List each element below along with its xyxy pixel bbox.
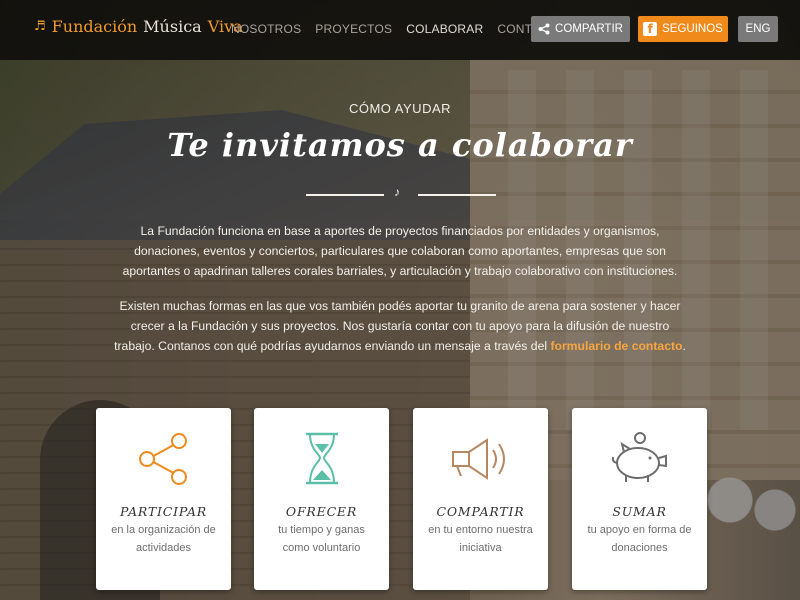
music-note-icon: ♪ bbox=[394, 185, 400, 199]
card-description: en tu entorno nuestra iniciativa bbox=[428, 524, 533, 554]
card-participar[interactable]: PARTICIPAR en la organización de activid… bbox=[96, 408, 231, 590]
nav-nosotros[interactable]: NOSOTROS bbox=[231, 22, 301, 36]
nav-colaborar[interactable]: COLABORAR bbox=[406, 22, 483, 36]
top-navbar: ♬ Fundación Música Viva NOSOTROS PROYECT… bbox=[0, 0, 800, 60]
share-icon bbox=[538, 23, 550, 35]
card-description: tu apoyo en forma de donaciones bbox=[587, 524, 692, 554]
logo-word-2: Música bbox=[143, 17, 202, 36]
card-sumar[interactable]: SUMAR tu apoyo en forma de donaciones bbox=[572, 408, 707, 590]
main-nav: NOSOTROS PROYECTOS COLABORAR CONTACTO bbox=[231, 22, 565, 36]
follow-label: SEGUINOS bbox=[662, 23, 723, 35]
piggy-bank-icon bbox=[611, 432, 667, 482]
card-title: OFRECER bbox=[285, 504, 358, 519]
section-eyebrow: CÓMO AYUDAR bbox=[348, 101, 452, 116]
card-title: SUMAR bbox=[612, 504, 667, 519]
share-nodes-icon bbox=[138, 433, 187, 485]
card-title: PARTICIPAR bbox=[120, 504, 207, 519]
logo-word-1: Fundación bbox=[51, 17, 138, 36]
contact-form-link[interactable]: formulario de contacto bbox=[550, 339, 682, 353]
intro-paragraph: La Fundación funciona en base a aportes … bbox=[122, 224, 678, 278]
title-divider: ♪ bbox=[306, 185, 496, 202]
card-ofrecer[interactable]: OFRECER tu tiempo y ganas como voluntari… bbox=[254, 408, 389, 590]
language-button[interactable]: ENG bbox=[738, 16, 778, 42]
help-paragraph-end: . bbox=[682, 339, 686, 353]
megaphone-icon bbox=[451, 438, 505, 480]
site-logo[interactable]: ♬ Fundación Música Viva bbox=[34, 17, 243, 36]
nav-proyectos[interactable]: PROYECTOS bbox=[315, 22, 392, 36]
facebook-icon: f bbox=[643, 22, 658, 36]
page-title: Te invitamos a colaborar bbox=[167, 126, 633, 164]
card-compartir[interactable]: COMPARTIR en tu entorno nuestra iniciati… bbox=[413, 408, 548, 590]
music-note-icon: ♬ bbox=[34, 19, 46, 34]
card-title: COMPARTIR bbox=[436, 504, 525, 519]
follow-button[interactable]: f SEGUINOS bbox=[638, 16, 728, 42]
help-paragraph: Existen muchas formas en las que vos tam… bbox=[110, 296, 690, 356]
share-label: COMPARTIR bbox=[555, 23, 623, 35]
card-description: en la organización de actividades bbox=[111, 524, 216, 554]
share-button[interactable]: COMPARTIR bbox=[531, 16, 630, 42]
hourglass-icon bbox=[305, 432, 338, 485]
card-description: tu tiempo y ganas como voluntario bbox=[278, 524, 365, 554]
